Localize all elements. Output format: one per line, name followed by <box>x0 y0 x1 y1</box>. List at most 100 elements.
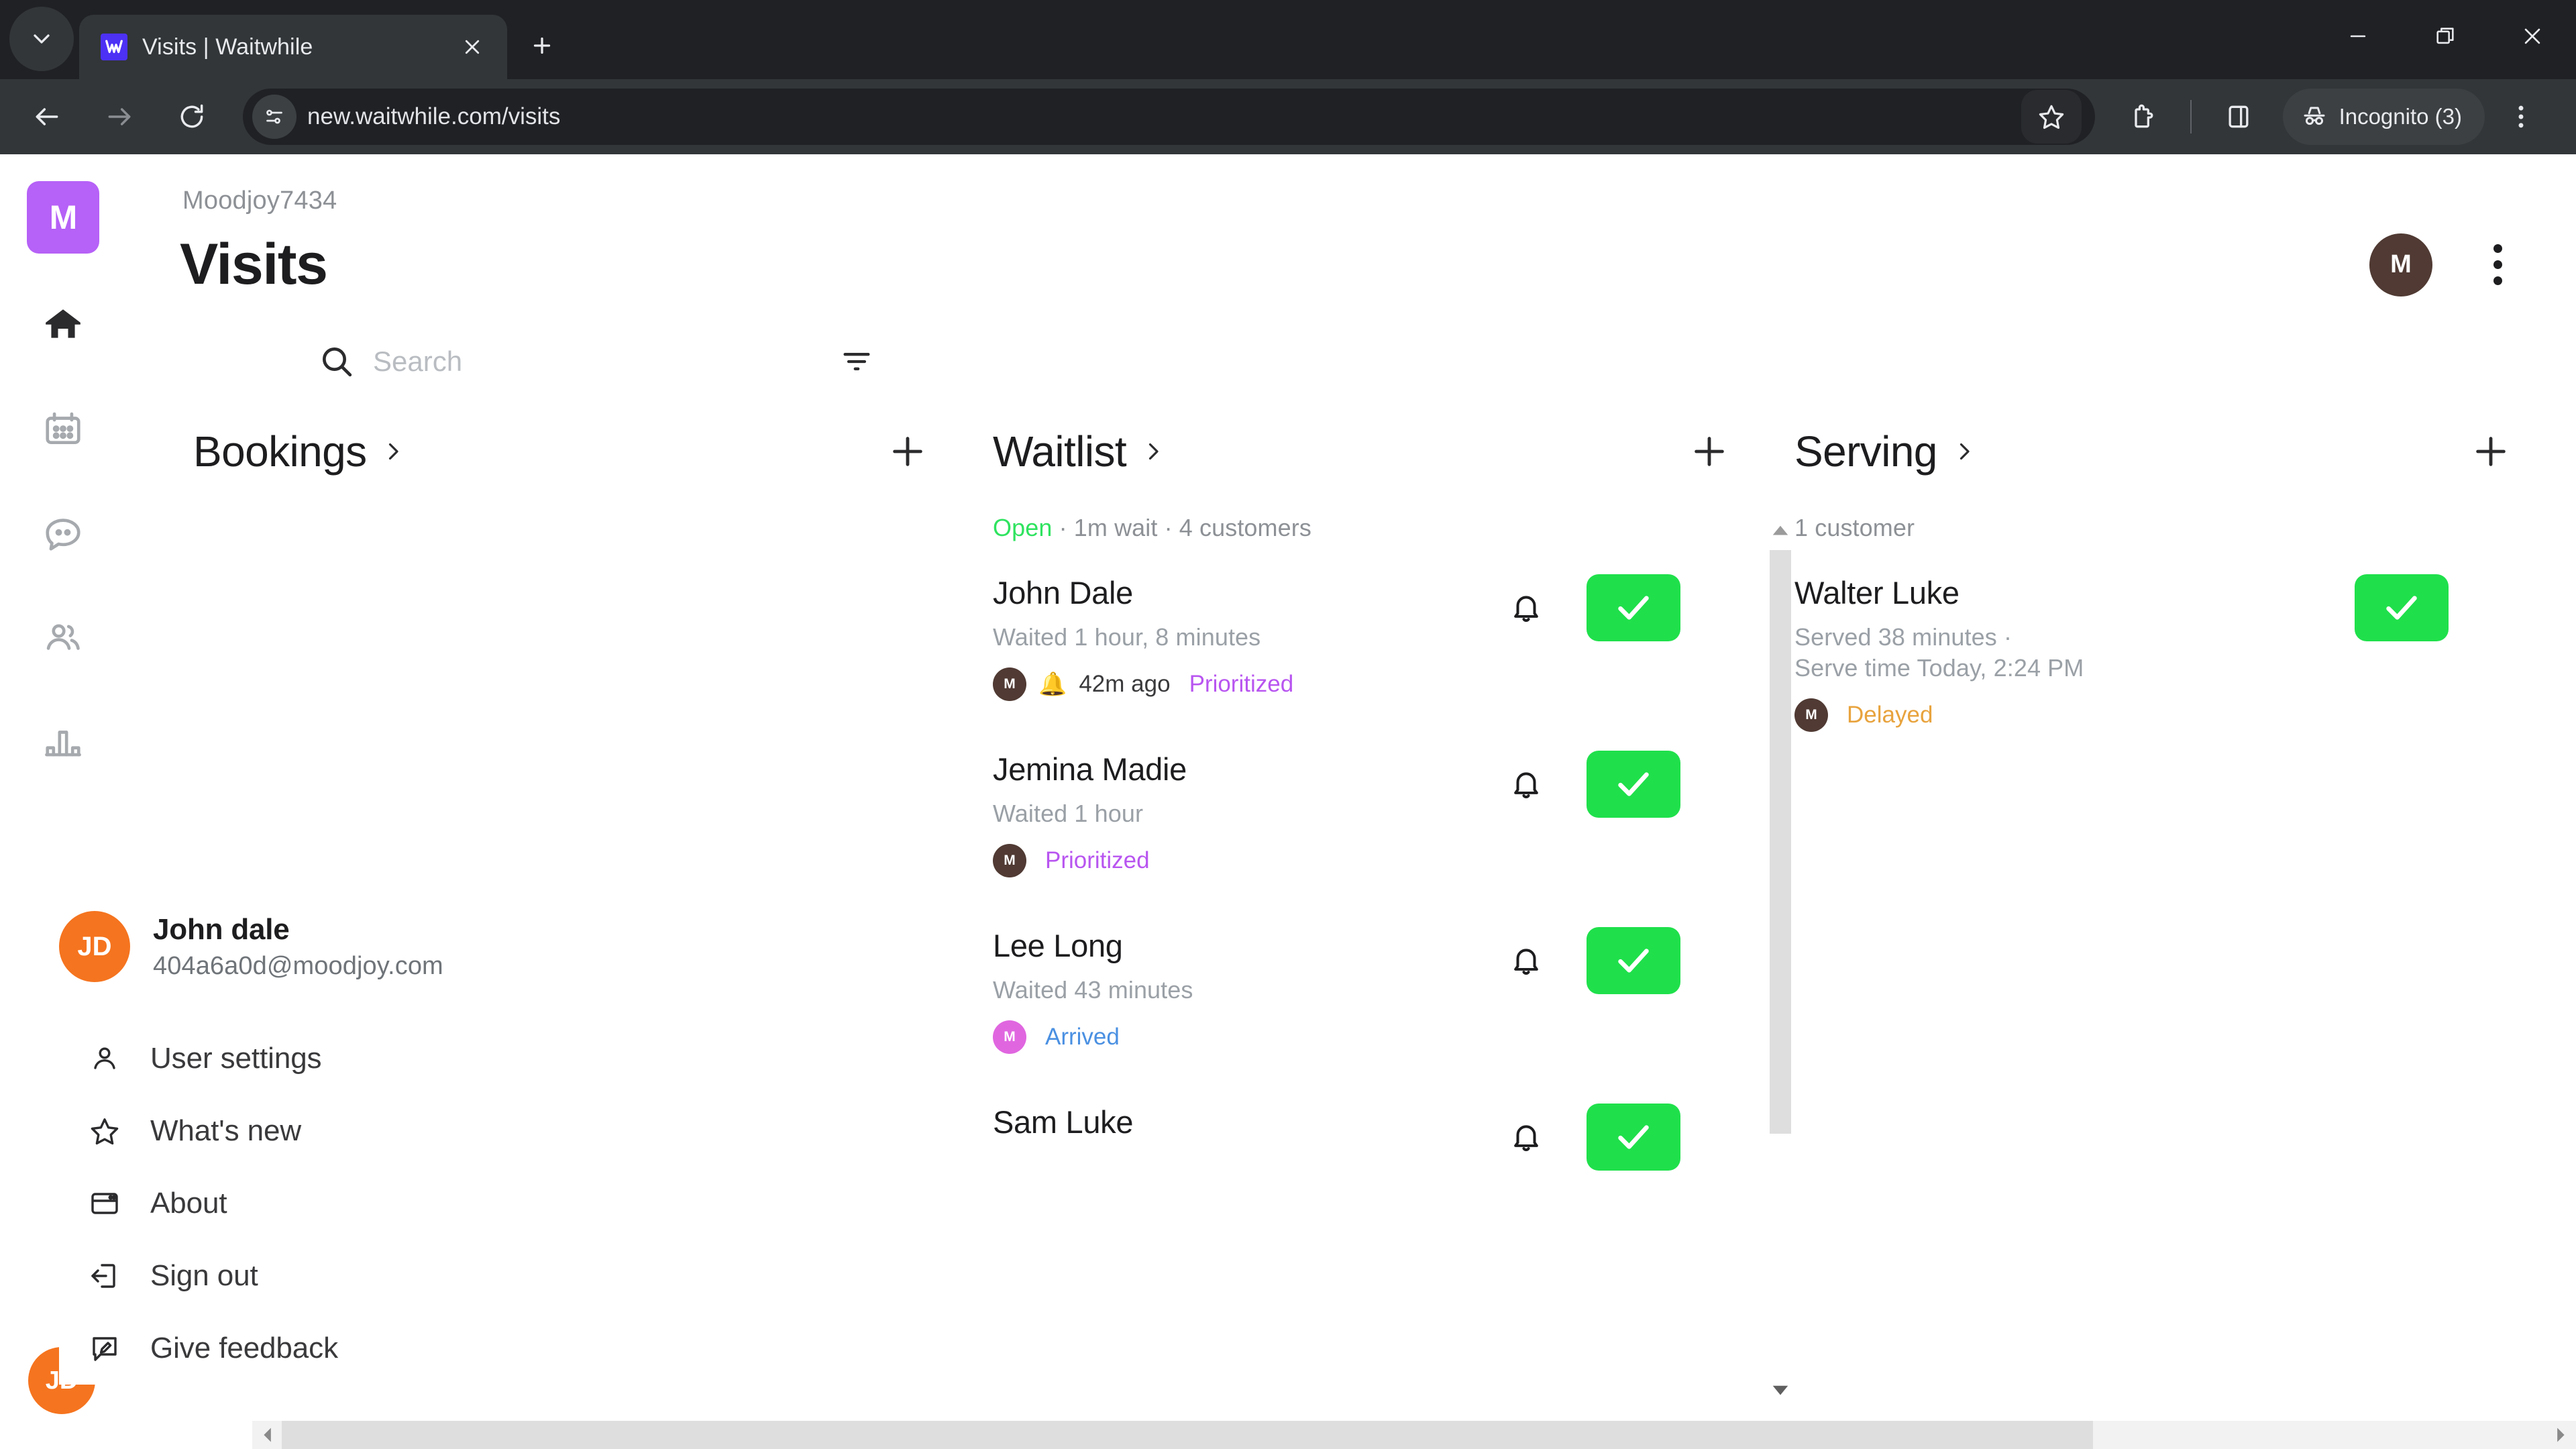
bell-icon <box>1514 1125 1538 1152</box>
menu-item-user-settings[interactable]: User settings <box>59 1022 609 1095</box>
waitlist-scrollbar[interactable] <box>1766 515 1794 1405</box>
complete-button[interactable] <box>2355 574 2449 641</box>
scrollbar-track[interactable] <box>282 1421 2546 1449</box>
breadcrumb[interactable]: Moodjoy7434 <box>126 154 2576 215</box>
menu-item-about[interactable]: About <box>59 1167 609 1240</box>
add-booking-button[interactable] <box>883 427 932 476</box>
address-bar[interactable]: new.waitwhile.com/visits <box>243 89 2095 145</box>
notify-button[interactable] <box>1499 1110 1553 1164</box>
analytics-icon <box>45 731 81 757</box>
serve-button[interactable] <box>1587 751 1680 818</box>
customer-serve-info: Served 38 minutes · Serve time Today, 2:… <box>1794 623 2084 682</box>
tab-strip: Visits | Waitwhile <box>0 0 2576 79</box>
side-panel-button[interactable] <box>2202 80 2275 153</box>
back-button[interactable] <box>11 80 83 153</box>
user-email: 404a6a0d@moodjoy.com <box>153 951 443 980</box>
tab-search-button[interactable] <box>9 7 74 71</box>
serve-button[interactable] <box>1587 1104 1680 1171</box>
user-menu-header: JD John dale 404a6a0d@moodjoy.com <box>59 911 609 1022</box>
list-item[interactable]: Sam Luke <box>993 1104 1680 1171</box>
sidebar-item-messages[interactable] <box>28 498 99 569</box>
add-waitlist-button[interactable] <box>1684 427 1734 476</box>
feedback-icon <box>87 1331 122 1366</box>
scroll-down-button[interactable] <box>1766 1375 1794 1405</box>
home-icon <box>46 309 80 338</box>
column-title[interactable]: Serving <box>1794 427 1937 476</box>
reload-button[interactable] <box>156 80 228 153</box>
minimize-button[interactable] <box>2314 0 2402 72</box>
avatar: M <box>1794 698 1828 733</box>
browser-tab[interactable]: Visits | Waitwhile <box>79 15 507 79</box>
add-serving-button[interactable] <box>2466 427 2516 476</box>
chevron-right-icon[interactable] <box>1141 439 1165 464</box>
scroll-up-button[interactable] <box>1766 515 1794 545</box>
scroll-right-button[interactable] <box>2546 1421 2576 1449</box>
workspace-logo[interactable]: M <box>27 181 99 254</box>
list-item[interactable]: Lee Long Waited 43 minutes M Arrived <box>993 927 1680 1055</box>
chrome-menu-button[interactable] <box>2485 80 2557 153</box>
status-badge: Arrived <box>1045 1024 1120 1051</box>
sidebar-item-analytics[interactable] <box>28 707 99 778</box>
incognito-profile-pill[interactable]: Incognito (3) <box>2282 89 2485 145</box>
column-title[interactable]: Waitlist <box>993 427 1127 476</box>
list-item[interactable]: Jemina Madie Waited 1 hour M Prioritized <box>993 751 1680 878</box>
page-more-menu-button[interactable] <box>2473 233 2522 297</box>
scroll-left-button[interactable] <box>252 1421 282 1449</box>
plus-icon <box>1695 437 1724 466</box>
search-input[interactable] <box>373 345 833 378</box>
notify-button[interactable] <box>1499 757 1553 811</box>
close-window-button[interactable] <box>2489 0 2576 72</box>
filter-icon[interactable] <box>833 338 880 385</box>
minimize-icon <box>2350 35 2366 38</box>
tab-title: Visits | Waitwhile <box>142 34 313 60</box>
notified-bell-icon: 🔔 <box>1038 672 1067 698</box>
menu-item-give-feedback[interactable]: Give feedback <box>59 1312 609 1385</box>
menu-item-sign-out[interactable]: Sign out <box>59 1240 609 1312</box>
app-page: M Moodjoy7434 Visits M Search Bookings W… <box>0 154 2576 1449</box>
menu-item-whats-new[interactable]: What's new <box>59 1095 609 1167</box>
extensions-button[interactable] <box>2107 80 2180 153</box>
maximize-button[interactable] <box>2402 0 2489 72</box>
avatar: M <box>993 844 1026 878</box>
location-avatar[interactable]: M <box>2369 233 2432 297</box>
sign-out-icon <box>87 1258 122 1293</box>
notify-button[interactable] <box>1499 581 1553 635</box>
site-settings-icon[interactable] <box>252 95 297 139</box>
serve-button[interactable] <box>1587 927 1680 995</box>
waitwhile-logo-icon <box>101 34 127 60</box>
check-icon <box>1618 596 1649 620</box>
customer-wait: Waited 1 hour, 8 minutes <box>993 623 1261 651</box>
avatar: JD <box>59 911 130 982</box>
list-item[interactable]: Walter Luke Served 38 minutes · Serve ti… <box>1794 574 2449 733</box>
menu-item-label: Give feedback <box>150 1332 338 1364</box>
forward-button[interactable] <box>83 80 156 153</box>
bookmark-star-icon[interactable] <box>2021 90 2082 144</box>
caret-down-icon <box>1772 1385 1788 1395</box>
bell-icon <box>1514 949 1538 975</box>
kebab-dot <box>2493 244 2502 253</box>
chevron-right-icon[interactable] <box>381 439 405 464</box>
customer-name: Sam Luke <box>993 1104 1134 1140</box>
sidebar-item-calendar[interactable] <box>28 393 99 464</box>
board-horizontal-scrollbar[interactable] <box>252 1421 2576 1449</box>
sidebar-item-customers[interactable] <box>28 602 99 674</box>
column-title[interactable]: Bookings <box>193 427 367 476</box>
messages-icon <box>46 519 80 551</box>
browser-toolbar: new.waitwhile.com/visits Incognito (3) <box>0 79 2576 154</box>
browser-window: Visits | Waitwhile new.waitwhile.com/vis… <box>0 0 2576 1449</box>
notify-button[interactable] <box>1499 934 1553 987</box>
kebab-dot <box>2493 260 2502 269</box>
kebab-dot <box>2493 276 2502 285</box>
scrollbar-thumb[interactable] <box>1770 550 1791 1134</box>
serve-button[interactable] <box>1587 574 1680 641</box>
notified-time: 42m ago <box>1079 671 1171 698</box>
chevron-down-icon <box>34 34 50 44</box>
close-icon[interactable] <box>453 28 491 66</box>
list-item[interactable]: John Dale Waited 1 hour, 8 minutes M 🔔 4… <box>993 574 1680 702</box>
sidebar-item-home[interactable] <box>28 288 99 360</box>
scrollbar-track[interactable] <box>1770 545 1791 1375</box>
new-tab-button[interactable] <box>515 19 569 72</box>
chevron-right-icon[interactable] <box>1952 439 1976 464</box>
scrollbar-thumb[interactable] <box>282 1421 2093 1449</box>
customer-name: John Dale <box>993 575 1133 610</box>
